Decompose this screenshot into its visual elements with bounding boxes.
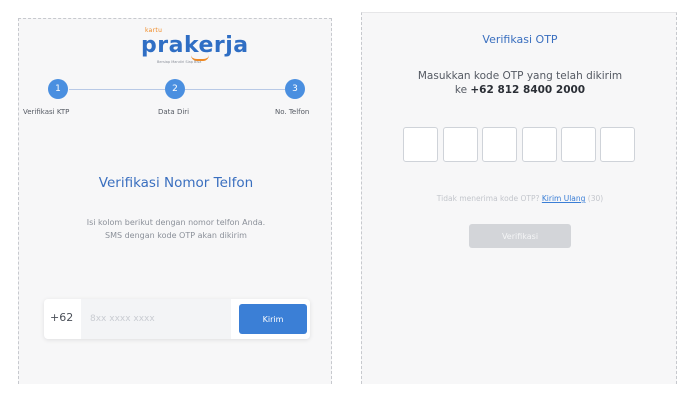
step-2-label: Data Diri [158, 108, 190, 116]
otp-instruction-line-1: Masukkan kode OTP yang telah dikirim [417, 70, 623, 82]
step-1-label: Verifikasi KTP [23, 108, 70, 116]
instruction-text: Isi kolom berikut dengan nomor telfon An… [19, 216, 333, 242]
prakerja-logo: kartu prakerja Bersiap Mandiri Siap Bisa [129, 27, 248, 71]
page-title: Verifikasi Nomor Telfon [98, 175, 254, 191]
otp-digit-2[interactable] [443, 127, 478, 162]
otp-input-row [403, 127, 637, 165]
step-2-indicator: 2 [165, 79, 185, 99]
step-connector [185, 89, 285, 90]
target-phone-number: +62 812 8400 2000 [470, 84, 586, 96]
send-button[interactable]: Kirim [239, 304, 307, 334]
step-connector [69, 89, 165, 90]
otp-digit-5[interactable] [561, 127, 596, 162]
otp-verification-panel: Verifikasi OTP Masukkan kode OTP yang te… [361, 12, 677, 384]
phone-verification-panel: kartu prakerja Bersiap Mandiri Siap Bisa… [18, 18, 332, 384]
otp-digit-4[interactable] [522, 127, 557, 162]
instruction-line-1: Isi kolom berikut dengan nomor telfon An… [86, 218, 266, 227]
step-3-label: No. Telfon [275, 108, 310, 116]
step-1-indicator: 1 [48, 79, 68, 99]
otp-instruction-prefix: ke [454, 84, 468, 96]
otp-instruction-line-2: ke +62 812 8400 2000 [362, 83, 678, 97]
country-code: +62 [50, 311, 74, 324]
step-3-indicator: 3 [285, 79, 305, 99]
logo-tagline: Bersiap Mandiri Siap Bisa [157, 60, 202, 64]
otp-instruction: Masukkan kode OTP yang telah dikirim ke … [362, 69, 678, 97]
resend-timer: (30) [587, 194, 604, 203]
otp-title: Verifikasi OTP [482, 33, 558, 46]
instruction-line-2: SMS dengan kode OTP akan dikirim [105, 231, 247, 240]
otp-digit-1[interactable] [403, 127, 438, 162]
resend-row: Tidak menerima kode OTP? Kirim Ulang (30… [362, 194, 678, 203]
otp-digit-3[interactable] [482, 127, 517, 162]
phone-number-input[interactable] [81, 299, 231, 339]
phone-input-group: +62 Kirim [44, 299, 310, 339]
resend-prompt: Tidak menerima kode OTP? [436, 194, 540, 203]
otp-digit-6[interactable] [600, 127, 635, 162]
verify-button[interactable]: Verifikasi [469, 224, 571, 248]
resend-link[interactable]: Kirim Ulang [542, 194, 586, 203]
